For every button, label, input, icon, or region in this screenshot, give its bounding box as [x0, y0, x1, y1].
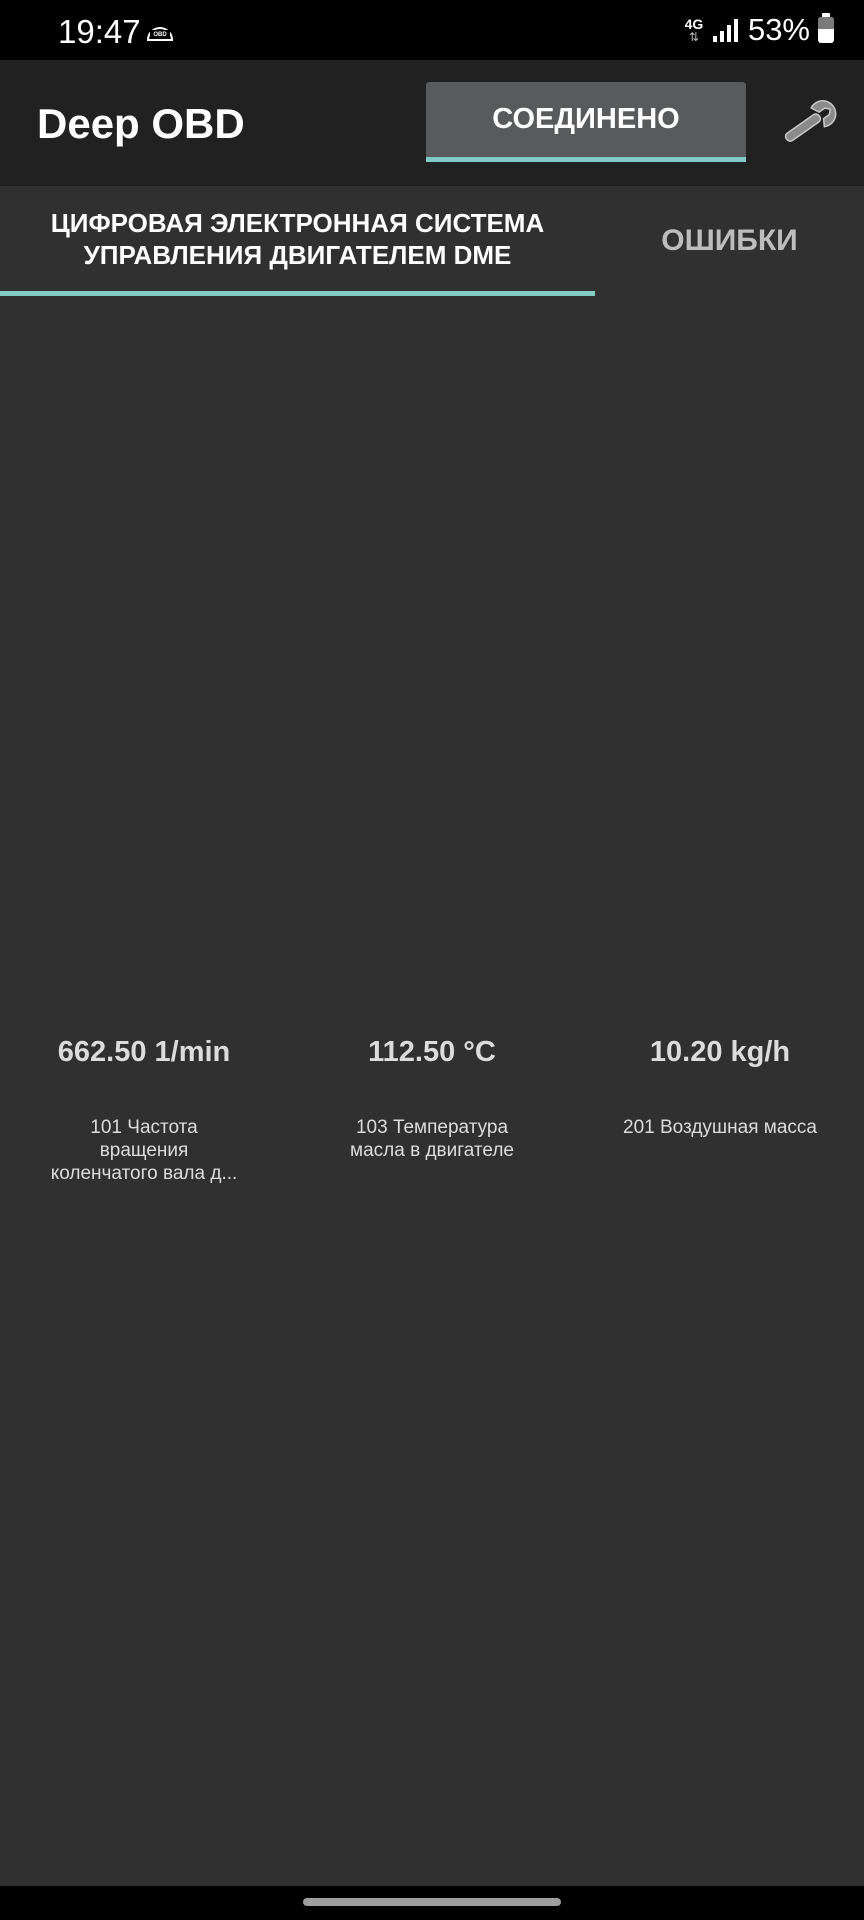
gauge-label: 101 Частота вращения коленчатого вала д.…: [50, 1117, 238, 1184]
battery-percent: 53%: [747, 12, 810, 47]
signal-icon: [712, 18, 738, 42]
gauge-label: 201 Воздушная масса: [623, 1117, 817, 1138]
gauge-rpm: 662.50 1/min 101 Частота вращения коленч…: [0, 1032, 288, 1185]
network-type-label: 4G: [684, 16, 704, 32]
gauge-label: 103 Температура масла в двигателе: [350, 1117, 514, 1161]
app-bar: Deep OBD СОЕДИНЕНО: [0, 60, 864, 186]
tab-errors[interactable]: ОШИБКИ: [595, 186, 864, 296]
status-time: 19:47: [58, 13, 141, 50]
network-type-icon: 4G ⇅: [684, 16, 704, 44]
gesture-handle[interactable]: [303, 1898, 561, 1906]
status-bar: 19:47 OBD 4G ⇅ 53%: [0, 0, 864, 60]
gauge-oil-temperature: 112.50 °C 103 Температура масла в двигат…: [288, 1032, 576, 1162]
tab-dme[interactable]: ЦИФРОВАЯ ЭЛЕКТРОННАЯ СИСТЕМА УПРАВЛЕНИЯ …: [0, 186, 595, 296]
navigation-bar: [0, 1886, 864, 1920]
wrench-icon[interactable]: [776, 94, 842, 154]
gauge-value: 10.20 kg/h: [649, 1036, 791, 1068]
gauge-value: 662.50 1/min: [57, 1036, 231, 1068]
battery-icon: [818, 13, 834, 43]
gauge-air-mass: 10.20 kg/h 201 Воздушная масса: [576, 1032, 864, 1139]
status-indicators: 4G ⇅ 53%: [683, 12, 834, 48]
tab-bar: ЦИФРОВАЯ ЭЛЕКТРОННАЯ СИСТЕМА УПРАВЛЕНИЯ …: [0, 186, 864, 296]
gauge-value: 112.50 °C: [368, 1036, 496, 1068]
connect-button[interactable]: СОЕДИНЕНО: [426, 82, 746, 162]
svg-text:OBD: OBD: [153, 32, 167, 38]
gauge-panel: 662.50 1/min 101 Частота вращения коленч…: [0, 296, 864, 1886]
obd-icon: OBD: [146, 27, 174, 41]
app-title: Deep OBD: [37, 100, 245, 147]
